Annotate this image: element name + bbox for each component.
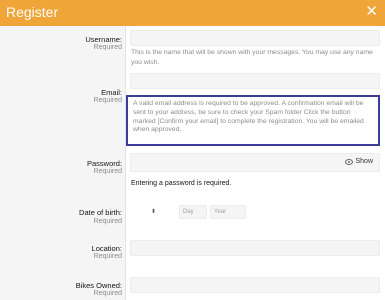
dob-day-input[interactable]: Day: [179, 205, 207, 219]
location-label: Location:: [91, 244, 122, 253]
username-hint: This is the name that will be shown with…: [131, 49, 373, 66]
email-label: Email:: [101, 88, 122, 97]
dob-label: Date of birth:: [79, 208, 122, 217]
password-input[interactable]: Show: [130, 153, 380, 172]
dob-month-select[interactable]: ⬍: [130, 205, 177, 219]
username-required: Required: [93, 44, 122, 51]
email-input[interactable]: [130, 73, 380, 89]
close-icon[interactable]: ✕: [365, 3, 378, 21]
chevron-updown-icon: ⬍: [150, 209, 157, 215]
password-error: Entering a password is required.: [131, 180, 232, 187]
show-password-button[interactable]: Show: [345, 158, 373, 165]
location-input[interactable]: [130, 240, 380, 256]
dob-year-input[interactable]: Year: [210, 205, 246, 219]
username-label: Username:: [85, 35, 122, 44]
bikes-owned-input[interactable]: [130, 277, 380, 293]
show-password-label: Show: [355, 158, 373, 165]
email-hint: A valid email address is required to be …: [126, 95, 380, 146]
dob-required: Required: [93, 218, 122, 225]
dialog-header: Register ✕: [0, 0, 385, 26]
password-required: Required: [93, 168, 122, 175]
dialog-title: Register: [6, 4, 59, 20]
location-required: Required: [93, 253, 122, 260]
bikes-owned-label: Bikes Owned:: [75, 281, 122, 290]
username-input[interactable]: [130, 30, 380, 46]
eye-icon: [345, 158, 354, 165]
password-label: Password:: [86, 159, 122, 168]
bikes-owned-required: Required: [93, 290, 122, 297]
email-required: Required: [93, 97, 122, 104]
